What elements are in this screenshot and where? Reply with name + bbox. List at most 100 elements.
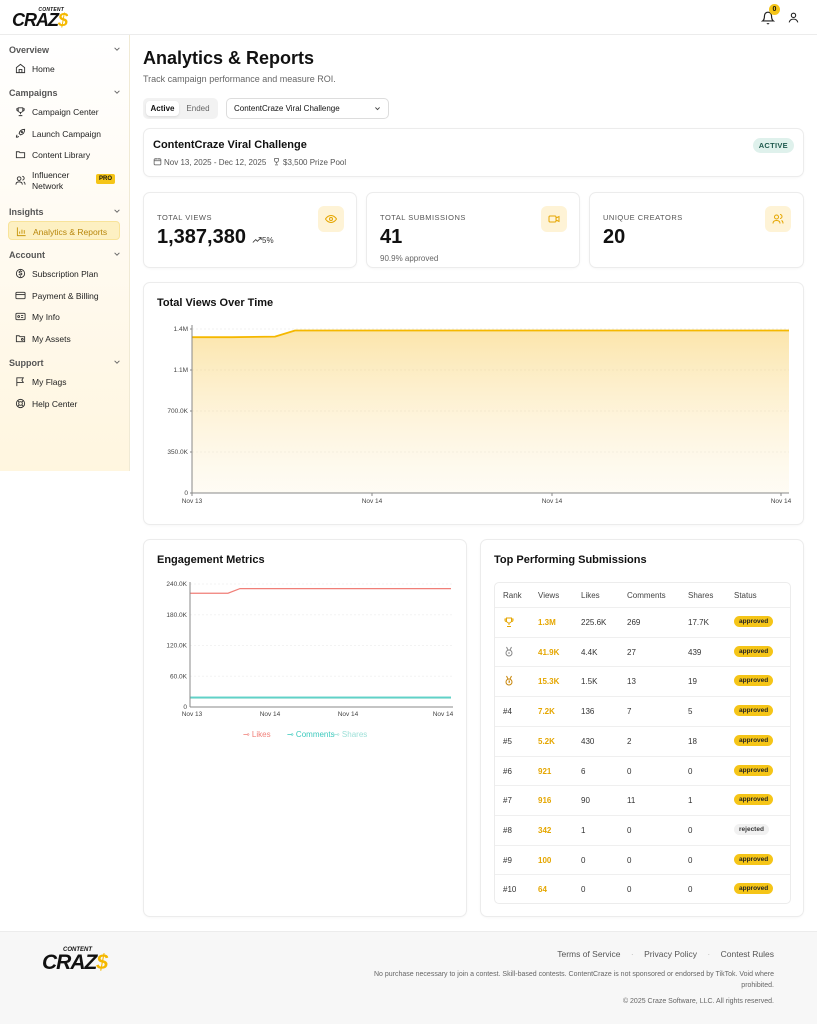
status-badge: ACTIVE bbox=[752, 138, 794, 153]
footer-logo[interactable]: CONTENT CRAZ$ bbox=[42, 947, 112, 974]
table-row[interactable]: #5 5.2K 430 2 18 approved bbox=[495, 725, 790, 756]
sidebar-section-account[interactable]: Account bbox=[9, 250, 121, 260]
stat-card-total-submissions: TOTAL SUBMISSIONS 41 90.9% approved bbox=[366, 192, 580, 268]
column-header[interactable]: Comments bbox=[627, 591, 666, 600]
sidebar-item-my-flags[interactable]: My Flags bbox=[8, 372, 120, 391]
table-row[interactable]: #7 916 90 11 1 approved bbox=[495, 785, 790, 815]
sidebar-item-influencer-network[interactable]: Influencer Network PRO bbox=[8, 167, 120, 195]
sidebar-item-payment-billing[interactable]: Payment & Billing bbox=[8, 286, 120, 305]
chevron-down-icon bbox=[114, 360, 120, 364]
views-cell: 41.9K bbox=[538, 647, 560, 657]
page-subtitle: Track campaign performance and measure R… bbox=[143, 74, 336, 84]
table-row[interactable]: 1.3M 225.6K 269 17.7K approved bbox=[495, 607, 790, 637]
y-tick-label: 0 bbox=[184, 490, 188, 497]
y-tick-label: 120.0K bbox=[166, 643, 187, 650]
sidebar-item-content-library[interactable]: Content Library bbox=[8, 145, 120, 164]
comments-cell: 0 bbox=[627, 855, 632, 865]
status-toggle: Active Ended bbox=[143, 98, 218, 119]
likes-cell: 0 bbox=[581, 885, 586, 895]
tab-active[interactable]: Active bbox=[146, 101, 179, 116]
x-tick-label: Nov 14 bbox=[542, 498, 563, 505]
bronze-medal-icon bbox=[505, 676, 513, 686]
column-header[interactable]: Likes bbox=[581, 591, 600, 600]
x-tick-label: Nov 14 bbox=[771, 498, 792, 505]
table-row[interactable]: 41.9K 4.4K 27 439 approved bbox=[495, 636, 790, 667]
notification-count-badge: 0 bbox=[769, 4, 780, 15]
top-bar: CONTENT CRAZ$ 0 bbox=[0, 0, 817, 35]
engagement-chart-card: Engagement Metrics 0 60.0K 120.0K 180.0K 240… bbox=[143, 539, 467, 917]
sidebar-section-campaigns[interactable]: Campaigns bbox=[9, 88, 121, 98]
home-icon bbox=[15, 63, 26, 74]
table-row[interactable]: #4 7.2K 136 7 5 approved bbox=[495, 696, 790, 726]
privacy-link[interactable]: Privacy Policy bbox=[644, 949, 697, 959]
rank-cell: #10 bbox=[503, 885, 517, 895]
sidebar-item-launch-campaign[interactable]: Launch Campaign bbox=[8, 124, 120, 143]
y-tick-label: 1.4M bbox=[174, 326, 188, 333]
sidebar-item-subscription-plan[interactable]: Subscription Plan bbox=[8, 264, 120, 283]
views-cell: 921 bbox=[538, 766, 552, 776]
top-submissions-table: Rank Views Likes Comments Shares Status 1.3M 22… bbox=[494, 582, 791, 904]
likes-cell: 430 bbox=[581, 736, 595, 746]
sidebar-section-overview[interactable]: Overview bbox=[9, 45, 121, 55]
contest-rules-link[interactable]: Contest Rules bbox=[721, 949, 774, 959]
views-cell: 1.3M bbox=[538, 618, 556, 627]
column-header[interactable]: Rank bbox=[503, 591, 522, 600]
column-header[interactable]: Shares bbox=[688, 591, 713, 600]
sidebar-item-analytics-reports[interactable]: Analytics & Reports bbox=[8, 221, 120, 240]
rank-cell: #5 bbox=[503, 736, 512, 746]
rank-cell: #7 bbox=[503, 796, 512, 806]
sidebar-item-my-info[interactable]: My Info bbox=[8, 307, 120, 326]
views-cell: 7.2K bbox=[538, 707, 555, 717]
footer: CONTENT CRAZ$ Terms of Service · Privacy… bbox=[0, 931, 817, 1024]
video-icon bbox=[548, 215, 560, 223]
likes-cell: 1 bbox=[581, 825, 586, 835]
footer-disclaimer: No purchase necessary to join a contest.… bbox=[374, 971, 774, 989]
table-row[interactable]: 15.3K 1.5K 13 19 approved bbox=[495, 666, 790, 696]
rocket-icon bbox=[15, 128, 26, 138]
legend-item-likes: ⊸ Likes bbox=[243, 730, 271, 739]
status-badge: approved bbox=[734, 764, 774, 776]
shares-cell: 19 bbox=[688, 677, 697, 687]
calendar-icon bbox=[153, 158, 162, 166]
sidebar-item-campaign-center[interactable]: Campaign Center bbox=[8, 102, 120, 121]
tab-ended[interactable]: Ended bbox=[181, 101, 215, 116]
users-icon bbox=[772, 214, 784, 224]
brand-logo[interactable]: CONTENT CRAZ$ bbox=[12, 7, 68, 30]
total-submissions-value: 41 bbox=[380, 226, 403, 248]
shares-cell: 0 bbox=[688, 766, 693, 776]
eye-icon bbox=[325, 214, 337, 224]
table-row[interactable]: #8 342 1 0 0 rejected bbox=[495, 814, 790, 845]
table-row[interactable]: #6 921 6 0 0 approved bbox=[495, 755, 790, 786]
comments-cell: 0 bbox=[627, 885, 632, 895]
sidebar-item-my-assets[interactable]: My Assets bbox=[8, 329, 120, 348]
shares-cell: 5 bbox=[688, 707, 693, 717]
y-tick-label: 700.0K bbox=[167, 408, 188, 415]
campaign-summary-card: ContentCraze Viral Challenge Nov 13, 202… bbox=[143, 128, 804, 177]
y-tick-label: 0 bbox=[183, 704, 187, 711]
bar-chart-icon bbox=[16, 227, 26, 237]
terms-link[interactable]: Terms of Service bbox=[557, 949, 620, 959]
sidebar-item-help-center[interactable]: Help Center bbox=[8, 394, 120, 413]
trophy-icon bbox=[504, 617, 514, 627]
y-tick-label: 240.0K bbox=[166, 581, 187, 588]
user-icon[interactable] bbox=[787, 11, 800, 24]
rank-cell: #8 bbox=[503, 825, 512, 835]
sidebar-section-insights[interactable]: Insights bbox=[9, 207, 121, 217]
shares-cell: 439 bbox=[688, 647, 702, 657]
table-row[interactable]: #10 64 0 0 0 approved bbox=[495, 874, 790, 903]
total-views-chart: 0 350.0K 700.0K 1.1M 1.4M Nov 13 Nov 14 Nov 14 N… bbox=[167, 325, 792, 505]
folder-icon bbox=[15, 335, 26, 343]
chevron-down-icon bbox=[375, 107, 380, 111]
comments-cell: 0 bbox=[627, 825, 632, 835]
legend-item-comments: ⊸ Comments bbox=[287, 730, 335, 739]
column-header[interactable]: Views bbox=[538, 591, 559, 600]
column-header[interactable]: Status bbox=[734, 591, 757, 600]
sidebar-section-support[interactable]: Support bbox=[9, 358, 121, 368]
table-row[interactable]: #9 100 0 0 0 approved bbox=[495, 844, 790, 875]
y-tick-label: 350.0K bbox=[167, 449, 188, 456]
status-badge: approved bbox=[734, 794, 774, 806]
campaign-select[interactable]: ContentCraze Viral Challenge bbox=[226, 98, 389, 119]
rank-cell: #9 bbox=[503, 855, 512, 865]
sidebar-item-home[interactable]: Home bbox=[8, 59, 120, 78]
folder-icon bbox=[15, 151, 26, 159]
